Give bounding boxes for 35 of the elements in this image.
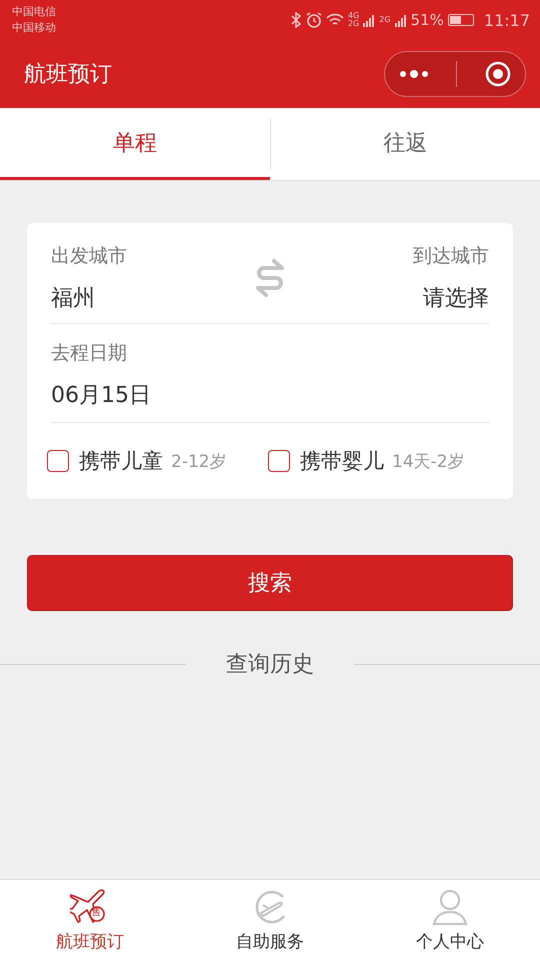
network-label: 2G [348,20,360,28]
trip-tab[interactable]: 单程 [0,108,270,180]
battery-percent: 51% [410,11,444,29]
departure-city[interactable]: 福州 [51,283,95,313]
signal-icon [394,13,407,27]
arrival-city[interactable]: 请选择 [423,283,489,313]
trip-tab[interactable]: 往返 [270,108,540,180]
battery-icon [448,14,474,26]
carrier-name: 中国电信 [12,4,56,20]
field-label: 到达城市 [413,244,489,269]
signal-icon [363,13,376,27]
field-label: 去程日期 [51,341,127,366]
network-label: 2G [379,14,391,24]
clock-time: 11:17 [484,10,530,30]
page-title: 航班预订 [24,61,112,89]
option-label: 携带儿童 [79,448,163,475]
checkbox[interactable] [47,450,69,472]
bluetooth-icon [290,12,302,28]
network-label: 4G [348,12,360,20]
nav-tab[interactable]: 个人中心 [360,880,540,960]
carrier-name: 中国移动 [12,20,56,36]
section-title: 查询历史 [226,651,314,679]
more-icon[interactable] [398,69,429,79]
person-icon [431,888,469,926]
checkbox[interactable] [268,450,290,472]
option-label: 携带婴儿 [300,448,384,475]
nav-tab[interactable]: 自助服务 [180,880,360,960]
alarm-icon [306,12,322,28]
age-hint: 2-12岁 [171,450,227,472]
departure-date[interactable]: 06月15日 [51,380,151,410]
field-label: 出发城市 [51,244,127,269]
close-icon[interactable] [485,61,512,87]
wifi-icon [326,13,344,27]
age-hint: 14天-2岁 [392,450,465,472]
search-button[interactable]: 搜索 [27,555,513,611]
